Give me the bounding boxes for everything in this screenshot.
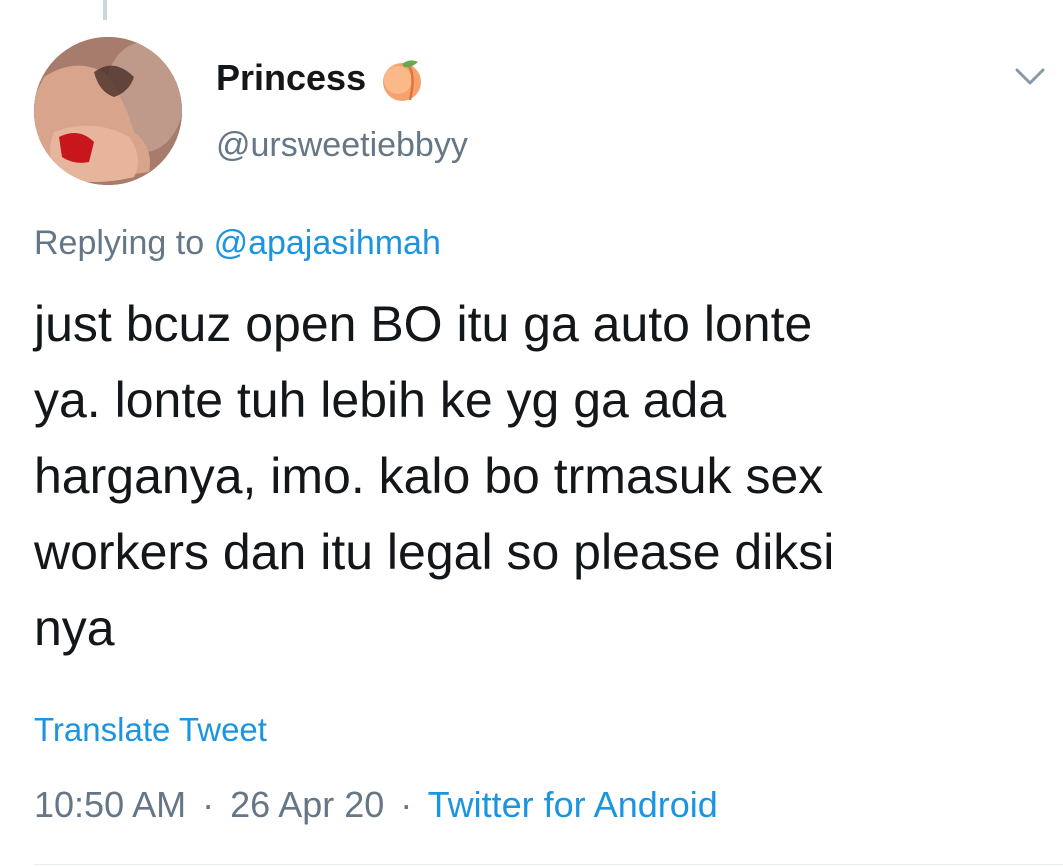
avatar[interactable]: [34, 37, 182, 185]
tweet-text-line: nya: [34, 600, 115, 656]
tweet-metadata: 10:50 AM · 26 Apr 20 · Twitter for Andro…: [34, 783, 718, 827]
divider: [34, 864, 1063, 865]
translate-tweet-link[interactable]: Translate Tweet: [34, 710, 267, 750]
tweet-text-line: ya. lonte tuh lebih ke yg ga ada: [34, 372, 727, 428]
peach-emoji-icon: [383, 60, 421, 101]
thread-connector-line: [103, 0, 107, 20]
meta-separator: ·: [400, 784, 413, 825]
replying-to-prefix: Replying to: [34, 224, 205, 262]
meta-separator: ·: [202, 784, 215, 825]
tweet-text-line: just bcuz open BO itu ga auto lonte: [34, 296, 813, 352]
tweet-source-link[interactable]: Twitter for Android: [428, 784, 718, 825]
chevron-down-icon[interactable]: [1014, 66, 1046, 88]
tweet-date[interactable]: 26 Apr 20: [230, 784, 384, 825]
tweet-text-line: workers dan itu legal so please diksi: [34, 524, 835, 580]
tweet-time[interactable]: 10:50 AM: [34, 784, 186, 825]
avatar-photo: [34, 37, 182, 185]
author-display-name[interactable]: Princess: [216, 56, 366, 100]
replying-to-handle-link[interactable]: @apajasihmah: [214, 224, 441, 262]
tweet-text-line: harganya, imo. kalo bo trmasuk sex: [34, 448, 824, 504]
replying-to-line: Replying to @apajasihmah: [34, 222, 441, 264]
author-handle[interactable]: @ursweetiebbyy: [216, 124, 468, 166]
tweet-text: just bcuz open BO itu ga auto lonte ya. …: [34, 286, 1034, 666]
